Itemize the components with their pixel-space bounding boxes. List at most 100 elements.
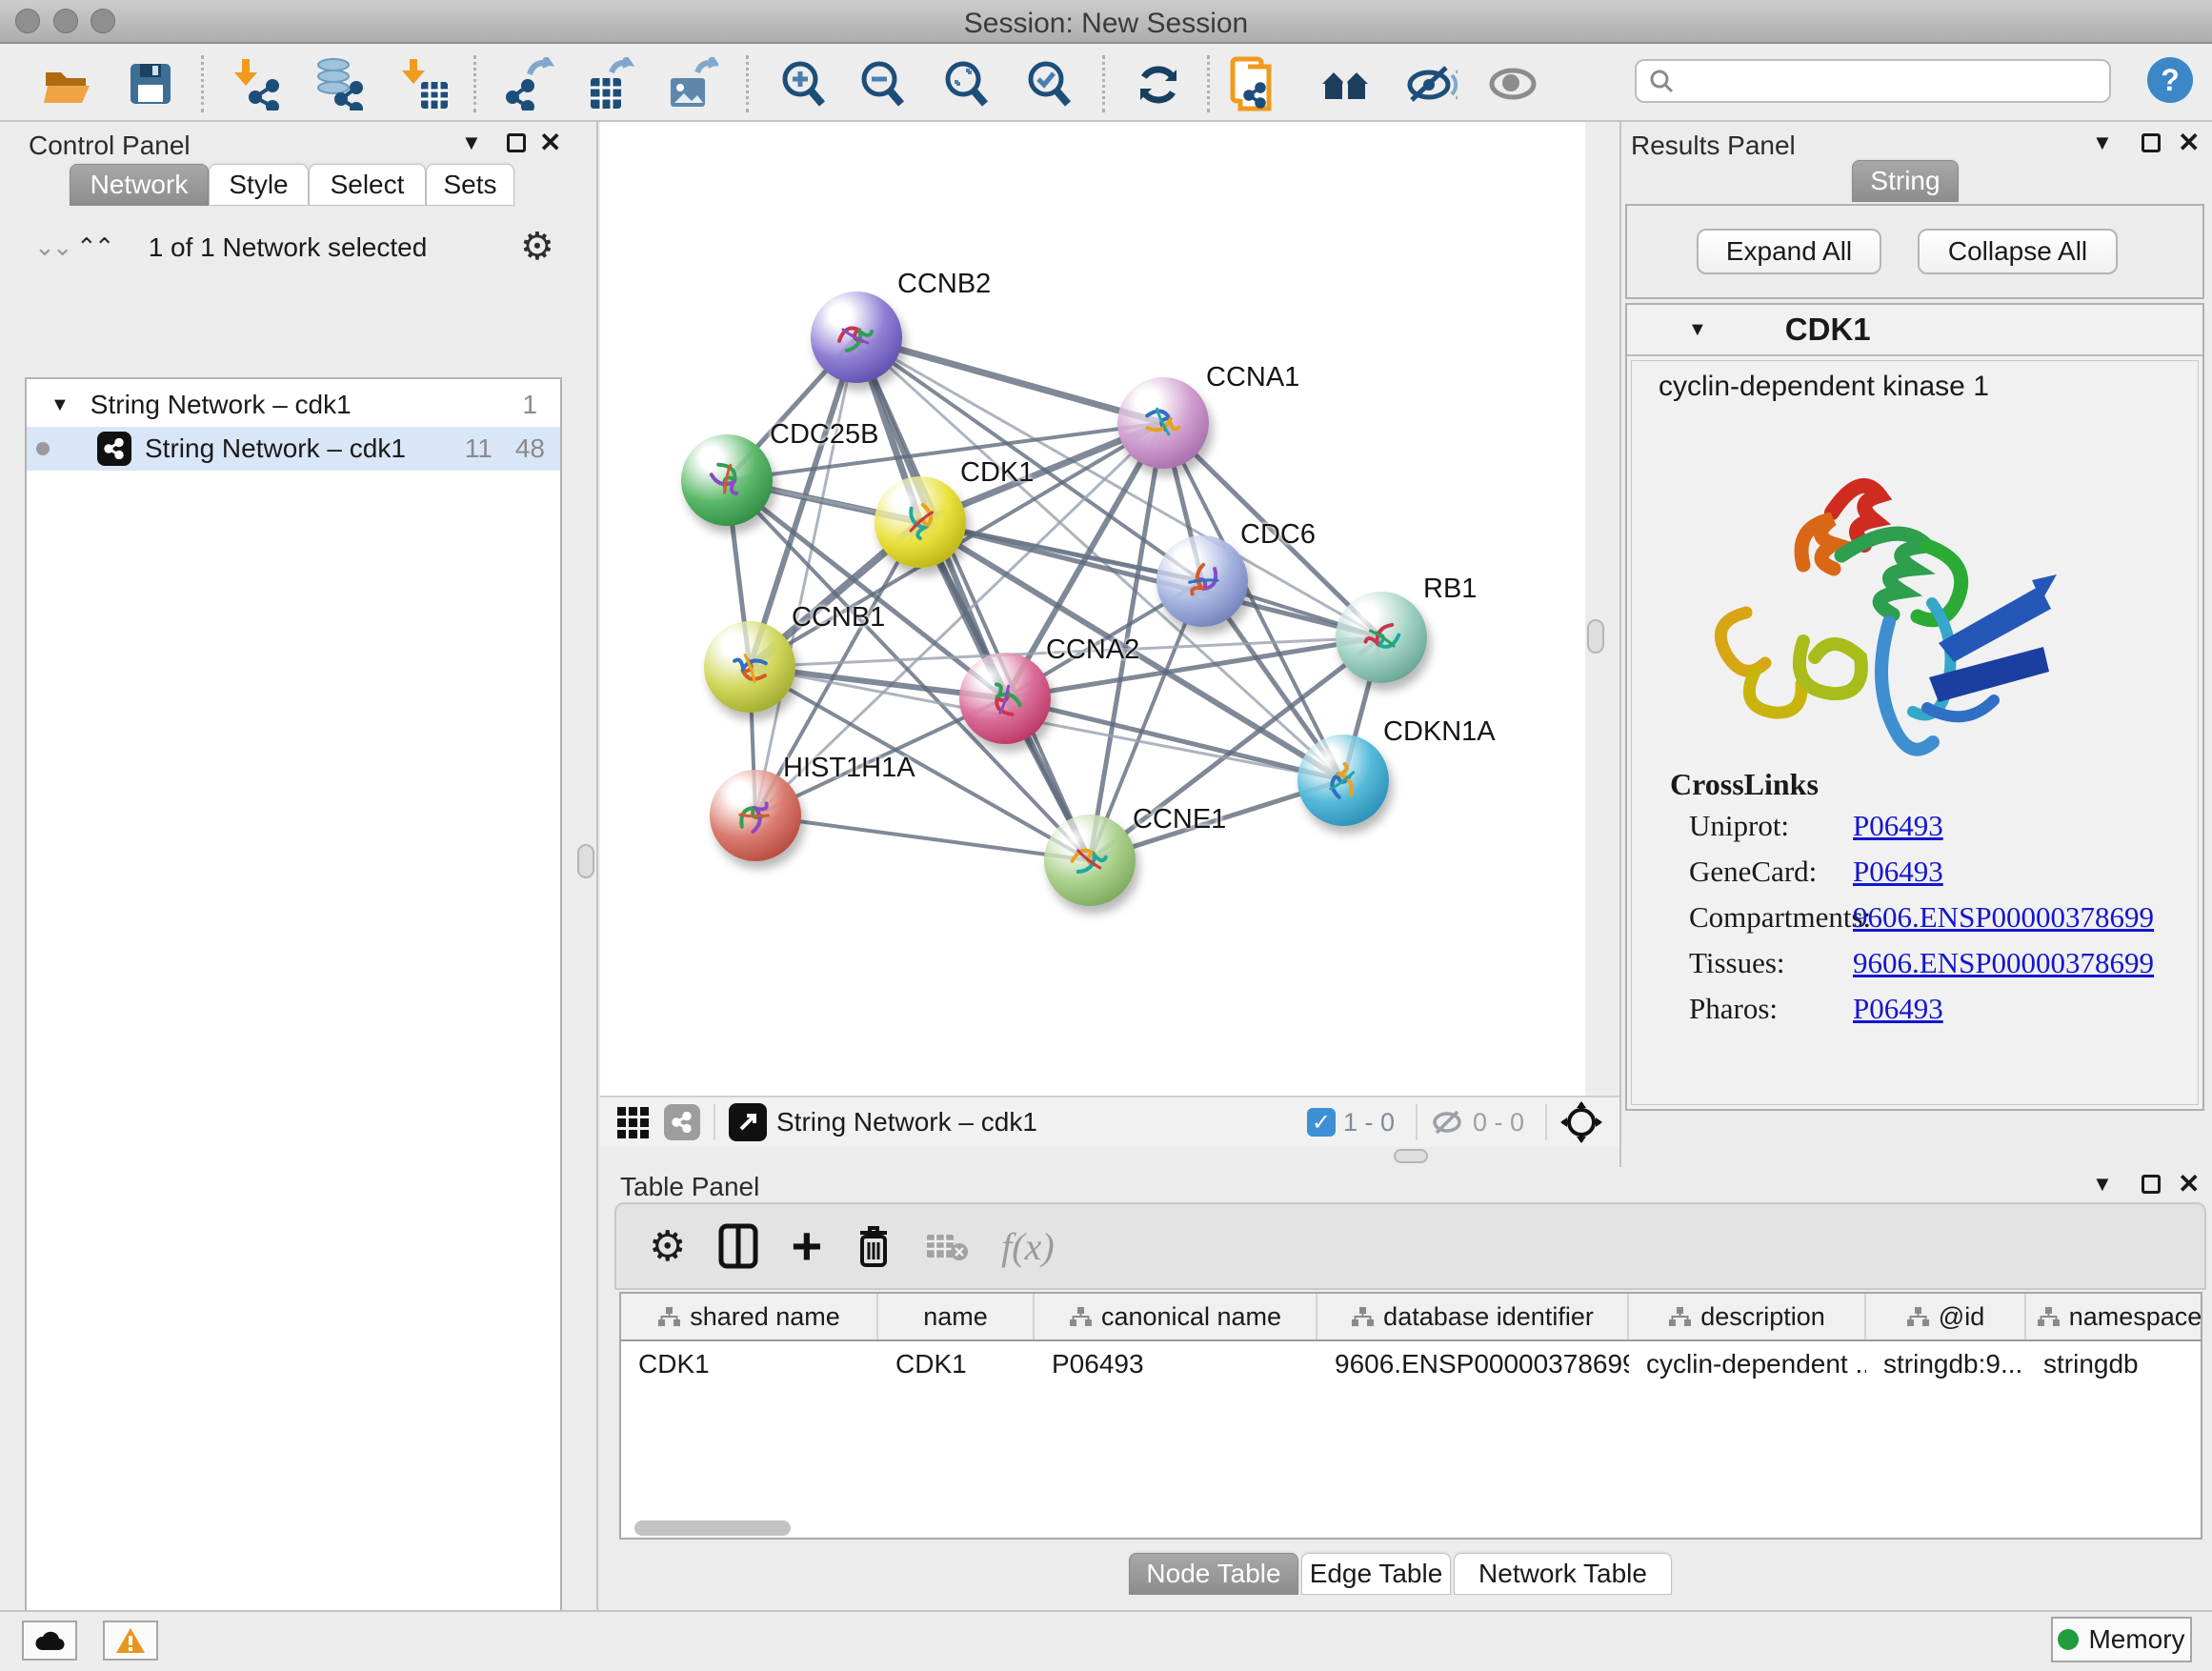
results-panel-close-icon[interactable]: ✕ bbox=[2178, 133, 2200, 152]
crosslink-link[interactable]: 9606.ENSP00000378699 bbox=[1853, 900, 2154, 935]
cell-description[interactable]: cyclin-dependent ... bbox=[1629, 1341, 1866, 1387]
tab-style[interactable]: Style bbox=[209, 164, 309, 206]
column-header-name[interactable]: name bbox=[878, 1294, 1035, 1339]
expand-all-button[interactable]: Expand All bbox=[1697, 229, 1881, 274]
edge-HIST1H1A-CCNE1 bbox=[755, 815, 1090, 860]
results-panel-collapse-icon[interactable]: ▼ bbox=[2092, 131, 2113, 155]
crosslink-link[interactable]: 9606.ENSP00000378699 bbox=[1853, 946, 2154, 980]
cell-name[interactable]: CDK1 bbox=[878, 1341, 1035, 1387]
export-table-icon[interactable] bbox=[583, 59, 636, 109]
import-table-icon[interactable] bbox=[398, 59, 452, 109]
open-session-icon[interactable] bbox=[42, 59, 95, 109]
zoom-out-icon[interactable] bbox=[855, 59, 909, 109]
search-input[interactable] bbox=[1675, 67, 2084, 96]
bottom-splitter-handle[interactable] bbox=[1394, 1149, 1428, 1163]
node-CCNB1[interactable] bbox=[704, 621, 795, 713]
tab-select[interactable]: Select bbox=[309, 164, 426, 206]
cell-databaseidentifier[interactable]: 9606.ENSP00000378699 bbox=[1317, 1341, 1629, 1387]
table-panel-float-icon[interactable] bbox=[2142, 1175, 2161, 1194]
column-header-id[interactable]: @id bbox=[1866, 1294, 2026, 1339]
control-panel-title: Control Panel bbox=[29, 131, 191, 161]
control-panel-collapse-icon[interactable]: ▼ bbox=[461, 131, 482, 155]
export-image-icon[interactable] bbox=[665, 59, 718, 109]
cell-canonicalname[interactable]: P06493 bbox=[1035, 1341, 1317, 1387]
save-session-icon[interactable] bbox=[124, 59, 177, 109]
cell-sharedname[interactable]: CDK1 bbox=[621, 1341, 878, 1387]
help-icon[interactable]: ? bbox=[2147, 57, 2193, 103]
toolbar-separator bbox=[201, 55, 204, 112]
right-splitter-handle[interactable] bbox=[1587, 619, 1604, 654]
crosslink-link[interactable]: P06493 bbox=[1853, 855, 1943, 889]
left-splitter-handle[interactable] bbox=[577, 844, 594, 878]
column-header-databaseidentifier[interactable]: database identifier bbox=[1317, 1294, 1629, 1339]
column-header-description[interactable]: description bbox=[1629, 1294, 1866, 1339]
selected-checkbox-icon[interactable]: ✓ bbox=[1307, 1108, 1336, 1137]
node-CDK1[interactable] bbox=[875, 476, 966, 568]
memory-button[interactable]: Memory bbox=[2051, 1617, 2192, 1662]
node-CCNA1[interactable] bbox=[1117, 377, 1209, 469]
table-horizontal-scrollbar[interactable] bbox=[634, 1520, 791, 1536]
warnings-button[interactable] bbox=[103, 1621, 158, 1661]
refresh-icon[interactable] bbox=[1132, 59, 1185, 109]
string-badge-icon[interactable] bbox=[664, 1104, 700, 1140]
show-eye-icon[interactable] bbox=[1488, 59, 1541, 109]
delete-column-trash-icon[interactable] bbox=[855, 1223, 893, 1269]
table-panel-close-icon[interactable]: ✕ bbox=[2178, 1175, 2200, 1194]
network-collection-row[interactable]: ▼ String Network – cdk1 1 bbox=[27, 383, 560, 427]
network-canvas[interactable]: CCNB2CCNA1CDC25BCDK1CDC6RB1CCNB1CCNA2CDK… bbox=[600, 122, 1585, 1096]
node-CDC25B[interactable] bbox=[681, 434, 773, 526]
node-CDC6[interactable] bbox=[1156, 535, 1248, 627]
node-CCNB2[interactable] bbox=[811, 292, 902, 383]
cell-id[interactable]: stringdb:9... bbox=[1866, 1341, 2026, 1387]
gene-section-header[interactable]: ▼ CDK1 bbox=[1627, 305, 2202, 356]
collection-expand-icon[interactable]: ▼ bbox=[50, 394, 70, 416]
table-settings-gear-icon[interactable]: ⚙ bbox=[649, 1222, 686, 1271]
tab-network-table[interactable]: Network Table bbox=[1454, 1553, 1672, 1595]
node-RB1[interactable] bbox=[1336, 592, 1427, 683]
zoom-fit-icon[interactable] bbox=[939, 59, 993, 109]
search-field[interactable] bbox=[1635, 59, 2111, 103]
node-CDKN1A[interactable] bbox=[1297, 735, 1389, 826]
create-column-plus-icon[interactable]: + bbox=[791, 1227, 822, 1265]
network-options-gear-icon[interactable]: ⚙ bbox=[520, 225, 554, 269]
control-panel-float-icon[interactable] bbox=[507, 133, 526, 152]
zoom-selected-icon[interactable] bbox=[1022, 59, 1076, 109]
delete-table-icon[interactable] bbox=[925, 1229, 969, 1263]
function-builder-icon[interactable]: f(x) bbox=[1001, 1224, 1055, 1269]
node-table: shared namenamecanonical namedatabase id… bbox=[619, 1292, 2202, 1540]
import-network-icon[interactable] bbox=[231, 59, 284, 109]
show-column-panel-icon[interactable] bbox=[718, 1223, 758, 1269]
column-header-sharedname[interactable]: shared name bbox=[621, 1294, 878, 1339]
node-CCNE1[interactable] bbox=[1044, 815, 1136, 906]
table-panel-collapse-icon[interactable]: ▼ bbox=[2092, 1172, 2113, 1197]
node-CCNA2[interactable] bbox=[959, 653, 1051, 744]
results-panel-float-icon[interactable] bbox=[2142, 133, 2161, 152]
open-in-window-icon[interactable] bbox=[729, 1103, 767, 1141]
gene-collapse-icon[interactable]: ▼ bbox=[1688, 319, 1707, 341]
tab-network[interactable]: Network bbox=[70, 164, 209, 206]
tab-node-table[interactable]: Node Table bbox=[1129, 1553, 1298, 1595]
protein-ribbon-icon bbox=[1135, 394, 1192, 452]
cell-namespace[interactable]: stringdb bbox=[2026, 1341, 2202, 1387]
column-label: namespace bbox=[2069, 1302, 2202, 1332]
zoom-in-icon[interactable] bbox=[776, 59, 830, 109]
crosslink-link[interactable]: P06493 bbox=[1853, 992, 1943, 1026]
network-snapshot-icon[interactable] bbox=[1229, 59, 1282, 109]
tab-sets[interactable]: Sets bbox=[426, 164, 514, 206]
network-row[interactable]: String Network – cdk1 11 48 bbox=[27, 427, 560, 471]
hide-unselected-eye-icon[interactable] bbox=[1404, 59, 1458, 109]
home-view-icon[interactable] bbox=[1317, 59, 1370, 109]
column-header-namespace[interactable]: namespace bbox=[2026, 1294, 2202, 1339]
collapse-all-button[interactable]: Collapse All bbox=[1918, 229, 2118, 274]
export-network-icon[interactable] bbox=[503, 59, 556, 109]
hidden-eye-slash-icon[interactable] bbox=[1431, 1108, 1465, 1137]
control-panel-close-icon[interactable]: ✕ bbox=[539, 133, 561, 152]
fit-selected-crosshair-icon[interactable] bbox=[1560, 1101, 1602, 1143]
crosslink-link[interactable]: P06493 bbox=[1853, 809, 1943, 843]
tab-string[interactable]: String bbox=[1852, 160, 1959, 202]
birds-eye-grid-icon[interactable] bbox=[617, 1107, 649, 1138]
column-header-canonicalname[interactable]: canonical name bbox=[1035, 1294, 1317, 1339]
cloud-status-button[interactable] bbox=[22, 1621, 77, 1661]
tab-edge-table[interactable]: Edge Table bbox=[1301, 1553, 1451, 1595]
import-network-from-database-icon[interactable] bbox=[312, 59, 366, 109]
